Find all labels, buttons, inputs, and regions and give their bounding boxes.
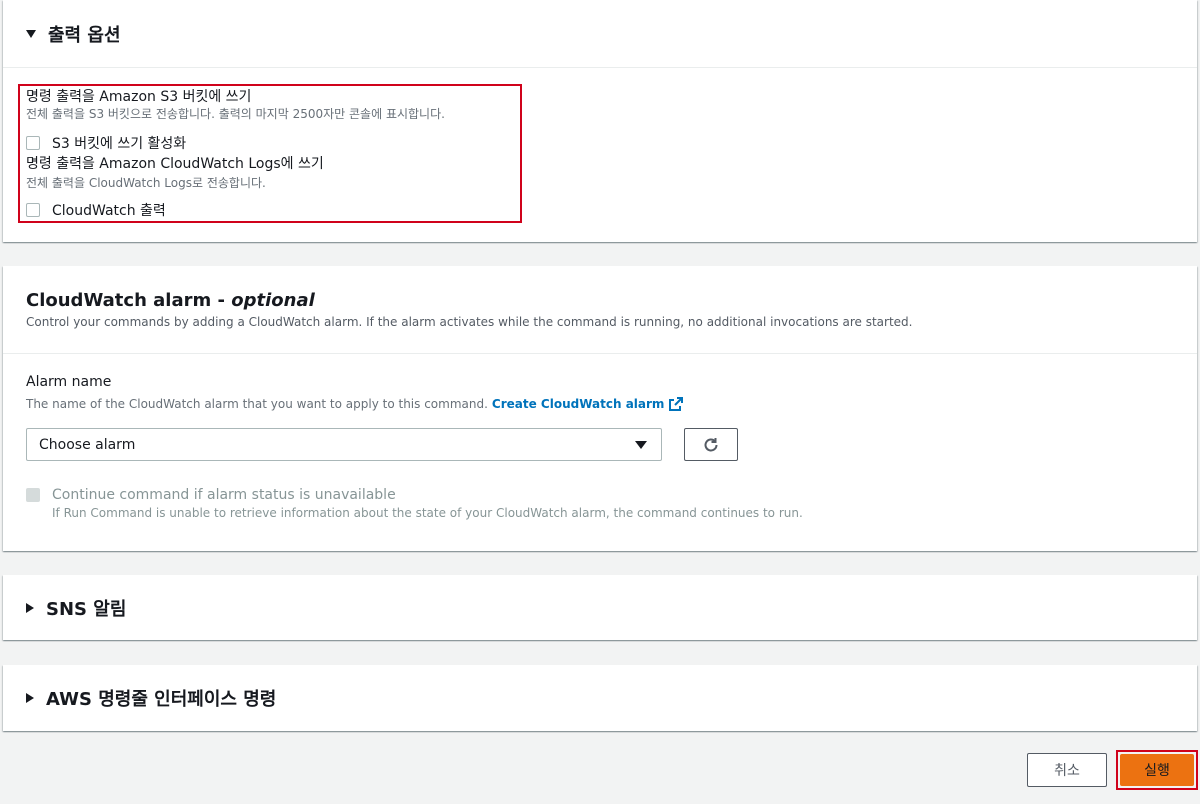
s3-output-title: 명령 출력을 Amazon S3 버킷에 쓰기	[26, 89, 252, 105]
cancel-button[interactable]: 취소	[1027, 753, 1107, 787]
cloudwatch-output-desc: 전체 출력을 CloudWatch Logs로 전송합니다.	[26, 176, 266, 190]
cloudwatch-output-row[interactable]: CloudWatch 출력	[26, 200, 166, 220]
sns-header[interactable]: SNS 알림	[3, 575, 1197, 640]
cli-panel: AWS 명령줄 인터페이스 명령	[3, 665, 1197, 731]
alarm-name-label: Alarm name	[26, 374, 112, 390]
cloudwatch-alarm-header: CloudWatch alarm - optional Control your…	[3, 266, 1197, 354]
s3-enable-label[interactable]: S3 버킷에 쓰기 활성화	[52, 133, 186, 153]
alarm-title-text: CloudWatch alarm -	[26, 290, 232, 311]
alarm-select-value: Choose alarm	[39, 436, 136, 453]
external-link-icon[interactable]	[668, 396, 684, 412]
caret-right-icon	[26, 692, 34, 703]
alarm-name-desc: The name of the CloudWatch alarm that yo…	[26, 396, 684, 412]
cli-title: AWS 명령줄 인터페이스 명령	[46, 688, 277, 710]
sns-panel: SNS 알림	[3, 575, 1197, 640]
caret-down-icon	[635, 441, 647, 449]
cloudwatch-output-label[interactable]: CloudWatch 출력	[52, 200, 166, 220]
run-button[interactable]: 실행	[1120, 754, 1194, 786]
s3-enable-row[interactable]: S3 버킷에 쓰기 활성화	[26, 133, 186, 153]
s3-output-desc: 전체 출력을 S3 버킷으로 전송합니다. 출력의 마지막 2500자만 콘솔에…	[26, 107, 445, 121]
s3-enable-checkbox[interactable]	[26, 136, 40, 150]
caret-down-icon	[26, 29, 36, 38]
cloudwatch-output-checkbox[interactable]	[26, 203, 40, 217]
continue-command-desc: If Run Command is unable to retrieve inf…	[52, 506, 803, 520]
cloudwatch-alarm-title: CloudWatch alarm - optional	[26, 290, 315, 311]
alarm-select[interactable]: Choose alarm	[26, 428, 662, 461]
cli-header[interactable]: AWS 명령줄 인터페이스 명령	[3, 665, 1197, 730]
cloudwatch-alarm-desc: Control your commands by adding a CloudW…	[26, 315, 913, 329]
output-options-header[interactable]: 출력 옵션	[3, 0, 1197, 68]
caret-right-icon	[26, 602, 34, 613]
refresh-icon	[702, 436, 720, 454]
cloudwatch-output-title: 명령 출력을 Amazon CloudWatch Logs에 쓰기	[26, 156, 324, 172]
continue-command-label: Continue command if alarm status is unav…	[52, 487, 396, 503]
sns-title: SNS 알림	[46, 598, 127, 620]
alarm-name-desc-text: The name of the CloudWatch alarm that yo…	[26, 397, 488, 411]
cloudwatch-alarm-panel: CloudWatch alarm - optional Control your…	[3, 266, 1197, 551]
continue-command-checkbox	[26, 488, 40, 502]
output-options-title: 출력 옵션	[48, 24, 121, 46]
alarm-title-optional: optional	[231, 290, 315, 311]
create-cloudwatch-alarm-link[interactable]: Create CloudWatch alarm	[492, 397, 665, 411]
refresh-button[interactable]	[684, 428, 738, 461]
continue-command-row: Continue command if alarm status is unav…	[26, 487, 396, 503]
